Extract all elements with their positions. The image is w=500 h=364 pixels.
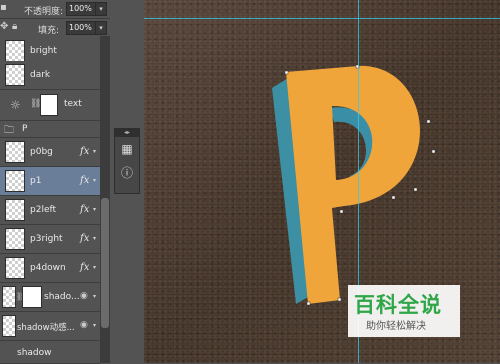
- layer-thumbnail: [2, 286, 16, 308]
- layer-name: text: [64, 99, 82, 109]
- layer-name: shado...: [44, 292, 80, 302]
- scrollbar-thumb[interactable]: [101, 198, 109, 328]
- move-lock-icon[interactable]: ✥: [0, 21, 8, 32]
- layer-thumbnail: [5, 199, 25, 221]
- smart-filter-icon[interactable]: ◉: [80, 291, 88, 301]
- group-name: P: [22, 124, 28, 134]
- fx-icon[interactable]: fx: [80, 204, 89, 215]
- mini-toolbar: ◂▸ ▦ ⓘ: [114, 128, 140, 194]
- layer-row[interactable]: p3right fx ▾: [0, 225, 100, 254]
- expand-icon[interactable]: ▾: [93, 206, 96, 213]
- layer-row[interactable]: ⛓ shado... ◉ ▾: [0, 283, 100, 312]
- layer-name: p0bg: [30, 147, 53, 157]
- layer-name: dark: [30, 70, 51, 80]
- fx-icon[interactable]: fx: [80, 233, 89, 244]
- adjustment-icon: ☼: [10, 98, 21, 112]
- lock-icon[interactable]: ▪: [0, 2, 7, 13]
- opacity-row: ▪ 不透明度: 100% ▾: [0, 0, 110, 19]
- layer-row[interactable]: shadow动感... ◉ ▾: [0, 312, 100, 341]
- opacity-dropdown[interactable]: ▾: [95, 2, 107, 16]
- letter-p-face: [286, 65, 420, 304]
- smart-filter-icon[interactable]: ◉: [80, 320, 88, 330]
- fx-icon[interactable]: fx: [80, 146, 89, 157]
- horizontal-guide[interactable]: [144, 18, 500, 19]
- collapse-handle[interactable]: ◂▸: [115, 129, 139, 137]
- layers-panel: ▪ 不透明度: 100% ▾ ✥ 🔒︎ 填充: 100% ▾ bright da…: [0, 0, 110, 364]
- layer-group[interactable]: 🗀︎ P: [0, 121, 100, 138]
- layer-row[interactable]: ☼ ⛓ text: [0, 90, 100, 121]
- expand-icon[interactable]: ▾: [93, 264, 96, 271]
- opacity-label: 不透明度:: [24, 7, 64, 17]
- layer-row[interactable]: p0bg fx ▾: [0, 138, 100, 167]
- layer-row-selected[interactable]: p1 fx ▾: [0, 167, 100, 196]
- fill-label: 填充:: [38, 26, 60, 36]
- info-icon[interactable]: ⓘ: [115, 161, 139, 185]
- mask-thumbnail: [22, 286, 42, 308]
- mask-thumbnail: [40, 94, 58, 116]
- layer-thumbnail: [5, 170, 25, 192]
- fill-input[interactable]: 100%: [66, 21, 96, 35]
- layer-thumbnail: [5, 228, 25, 250]
- watermark-title: 百科全说: [354, 293, 442, 317]
- properties-icon[interactable]: ▦: [115, 137, 139, 161]
- layer-thumbnail: [5, 40, 25, 62]
- layer-name: p2left: [30, 205, 57, 215]
- layers-scrollbar[interactable]: [100, 36, 110, 363]
- layer-name: bright: [30, 46, 57, 56]
- expand-icon[interactable]: ▾: [93, 322, 96, 329]
- fill-dropdown[interactable]: ▾: [95, 21, 107, 35]
- expand-icon[interactable]: ▾: [93, 148, 96, 155]
- layer-name: p1: [30, 176, 42, 186]
- expand-icon[interactable]: ▾: [93, 177, 96, 184]
- fx-icon[interactable]: fx: [80, 262, 89, 273]
- layer-name: shadow动感...: [17, 323, 75, 333]
- layer-row[interactable]: shadow: [0, 341, 100, 364]
- layer-row[interactable]: p2left fx ▾: [0, 196, 100, 225]
- fill-row: ✥ 🔒︎ 填充: 100% ▾: [0, 19, 110, 38]
- layer-name: p4down: [30, 263, 66, 273]
- fx-icon[interactable]: fx: [80, 175, 89, 186]
- opacity-input[interactable]: 100%: [66, 2, 96, 16]
- layer-thumbnail: [5, 257, 25, 279]
- layer-thumbnail: [5, 141, 25, 163]
- watermark: 百科全说 助你轻松解决: [348, 285, 460, 337]
- watermark-subtitle: 助你轻松解决: [366, 321, 426, 332]
- expand-icon[interactable]: ▾: [93, 235, 96, 242]
- layer-row[interactable]: dark: [0, 61, 100, 90]
- layer-row[interactable]: p4down fx ▾: [0, 254, 100, 283]
- layer-thumbnail: [5, 64, 25, 86]
- expand-icon[interactable]: ▾: [93, 293, 96, 300]
- layer-name: shadow: [17, 348, 52, 358]
- layer-name: p3right: [30, 234, 63, 244]
- layer-thumbnail: [2, 315, 16, 337]
- padlock-icon[interactable]: 🔒︎: [12, 21, 17, 32]
